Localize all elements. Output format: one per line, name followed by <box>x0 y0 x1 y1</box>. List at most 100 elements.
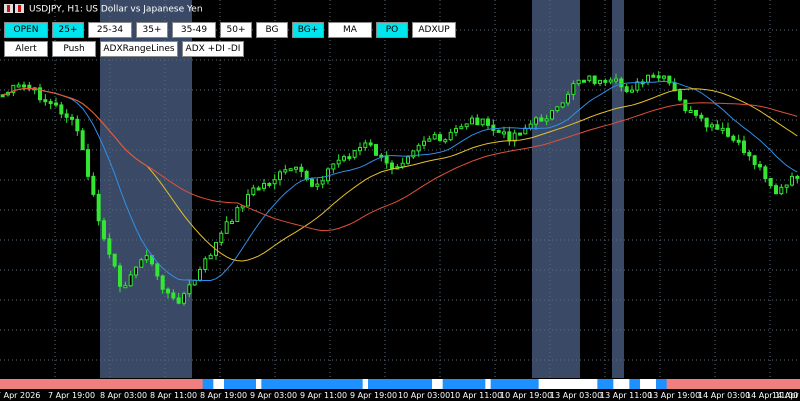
push-button[interactable]: Push <box>52 41 96 57</box>
adxup-button[interactable]: ADXUP <box>412 22 456 38</box>
po-button[interactable]: PO <box>376 22 408 38</box>
status-strip-cell <box>368 379 374 389</box>
status-strip-cell <box>117 379 124 389</box>
50-plus-button[interactable]: 50+ <box>220 22 252 38</box>
status-strip-cell <box>144 379 150 389</box>
candle-body <box>710 124 714 128</box>
candle-body <box>448 131 453 141</box>
status-strip-cell <box>160 379 166 389</box>
candle-body <box>0 94 5 98</box>
candle-body <box>768 178 773 187</box>
status-strip-cell <box>373 379 380 389</box>
button-row-2: Alert Push ADXRangeLines ADX +DI -DI <box>4 41 244 57</box>
status-strip-cell <box>720 379 726 389</box>
35-plus-button[interactable]: 35+ <box>136 22 168 38</box>
status-strip-cell <box>757 379 764 389</box>
status-strip-cell <box>96 379 102 389</box>
ma-button[interactable]: MA <box>328 22 372 38</box>
status-strip-cell <box>266 379 273 389</box>
candle-body <box>262 182 266 189</box>
status-strip-cell <box>736 379 742 389</box>
bg-plus-button[interactable]: BG+ <box>292 22 324 38</box>
candle-body <box>342 156 346 161</box>
candle-body <box>523 127 528 135</box>
status-strip-cell <box>378 379 385 389</box>
35-49-button[interactable]: 35-49 <box>172 22 216 38</box>
candle-body <box>763 166 768 180</box>
adx-di-button[interactable]: ADX +DI -DI <box>182 41 244 57</box>
status-strip-cell <box>624 379 630 389</box>
status-strip-cell <box>138 379 145 389</box>
chart-title: USDJPY, H1: US Dollar vs Japanese Yen <box>4 2 203 16</box>
status-strip-cell <box>10 379 17 389</box>
25-34-button[interactable]: 25-34 <box>88 22 132 38</box>
status-strip-cell <box>453 379 460 389</box>
status-strip-cell <box>58 379 65 389</box>
candle-body <box>630 89 634 93</box>
status-strip-cell <box>784 379 790 389</box>
candle-body <box>779 186 784 195</box>
adx-range-lines-button[interactable]: ADXRangeLines <box>100 41 178 57</box>
status-strip-cell <box>437 379 444 389</box>
candle-body <box>256 187 261 191</box>
status-strip-cell <box>90 379 97 389</box>
candle-body <box>544 118 549 122</box>
bg-button[interactable]: BG <box>256 22 288 38</box>
candle-body <box>16 84 21 88</box>
time-label: 8 Apr 19:00 <box>200 391 248 400</box>
candle-body <box>432 134 437 140</box>
time-label: 10 Apr 19:00 <box>500 391 553 400</box>
status-strip-cell <box>634 379 641 389</box>
candle-body <box>587 75 592 81</box>
candle-body <box>187 284 192 295</box>
time-label: 14 Apr 03:00 <box>698 391 751 400</box>
status-strip-cell <box>746 379 753 389</box>
status-strip-cell <box>613 379 620 389</box>
status-strip-cell <box>448 379 454 389</box>
status-strip-cell <box>565 379 572 389</box>
price-chart[interactable] <box>0 0 800 400</box>
time-label: 7 Apr 2026 <box>0 391 41 400</box>
candle-body <box>64 113 69 118</box>
status-strip-cell <box>794 379 800 389</box>
status-strip-cell <box>474 379 481 389</box>
status-strip-cell <box>229 379 236 389</box>
candle-body <box>635 81 640 91</box>
candle-body <box>550 110 554 120</box>
25-plus-button[interactable]: 25+ <box>52 22 84 38</box>
status-strip-cell <box>170 379 177 389</box>
candle-body <box>502 131 506 135</box>
alert-button[interactable]: Alert <box>4 41 48 57</box>
status-strip-cell <box>341 379 348 389</box>
status-strip-cell <box>442 379 449 389</box>
candle-body <box>331 163 336 170</box>
status-strip-cell <box>362 379 369 389</box>
status-strip-cell <box>490 379 497 389</box>
candle-body <box>491 124 496 131</box>
candle-body <box>171 292 176 299</box>
status-strip-cell <box>330 379 337 389</box>
status-strip-cell <box>85 379 92 389</box>
candle-body <box>699 114 704 119</box>
status-strip-cell <box>693 379 700 389</box>
status-strip-cell <box>64 379 70 389</box>
status-strip-cell <box>544 379 550 389</box>
status-strip-cell <box>538 379 545 389</box>
time-label: 7 Apr 19:00 <box>48 391 96 400</box>
time-label: 9 Apr 19:00 <box>350 391 398 400</box>
candle-body <box>571 83 576 95</box>
app-icon <box>15 4 24 13</box>
status-strip-cell <box>480 379 486 389</box>
candle-body <box>406 156 410 164</box>
status-strip-cell <box>464 379 470 389</box>
status-strip-cell <box>485 379 492 389</box>
status-strip-cell <box>357 379 364 389</box>
status-strip-cell <box>592 379 598 389</box>
candle-body <box>726 127 730 137</box>
status-strip-cell <box>245 379 252 389</box>
status-strip-cell <box>773 379 780 389</box>
open-button[interactable]: OPEN <box>4 22 48 38</box>
status-strip-cell <box>405 379 412 389</box>
candle-body <box>646 74 650 83</box>
status-strip-cell <box>768 379 774 389</box>
